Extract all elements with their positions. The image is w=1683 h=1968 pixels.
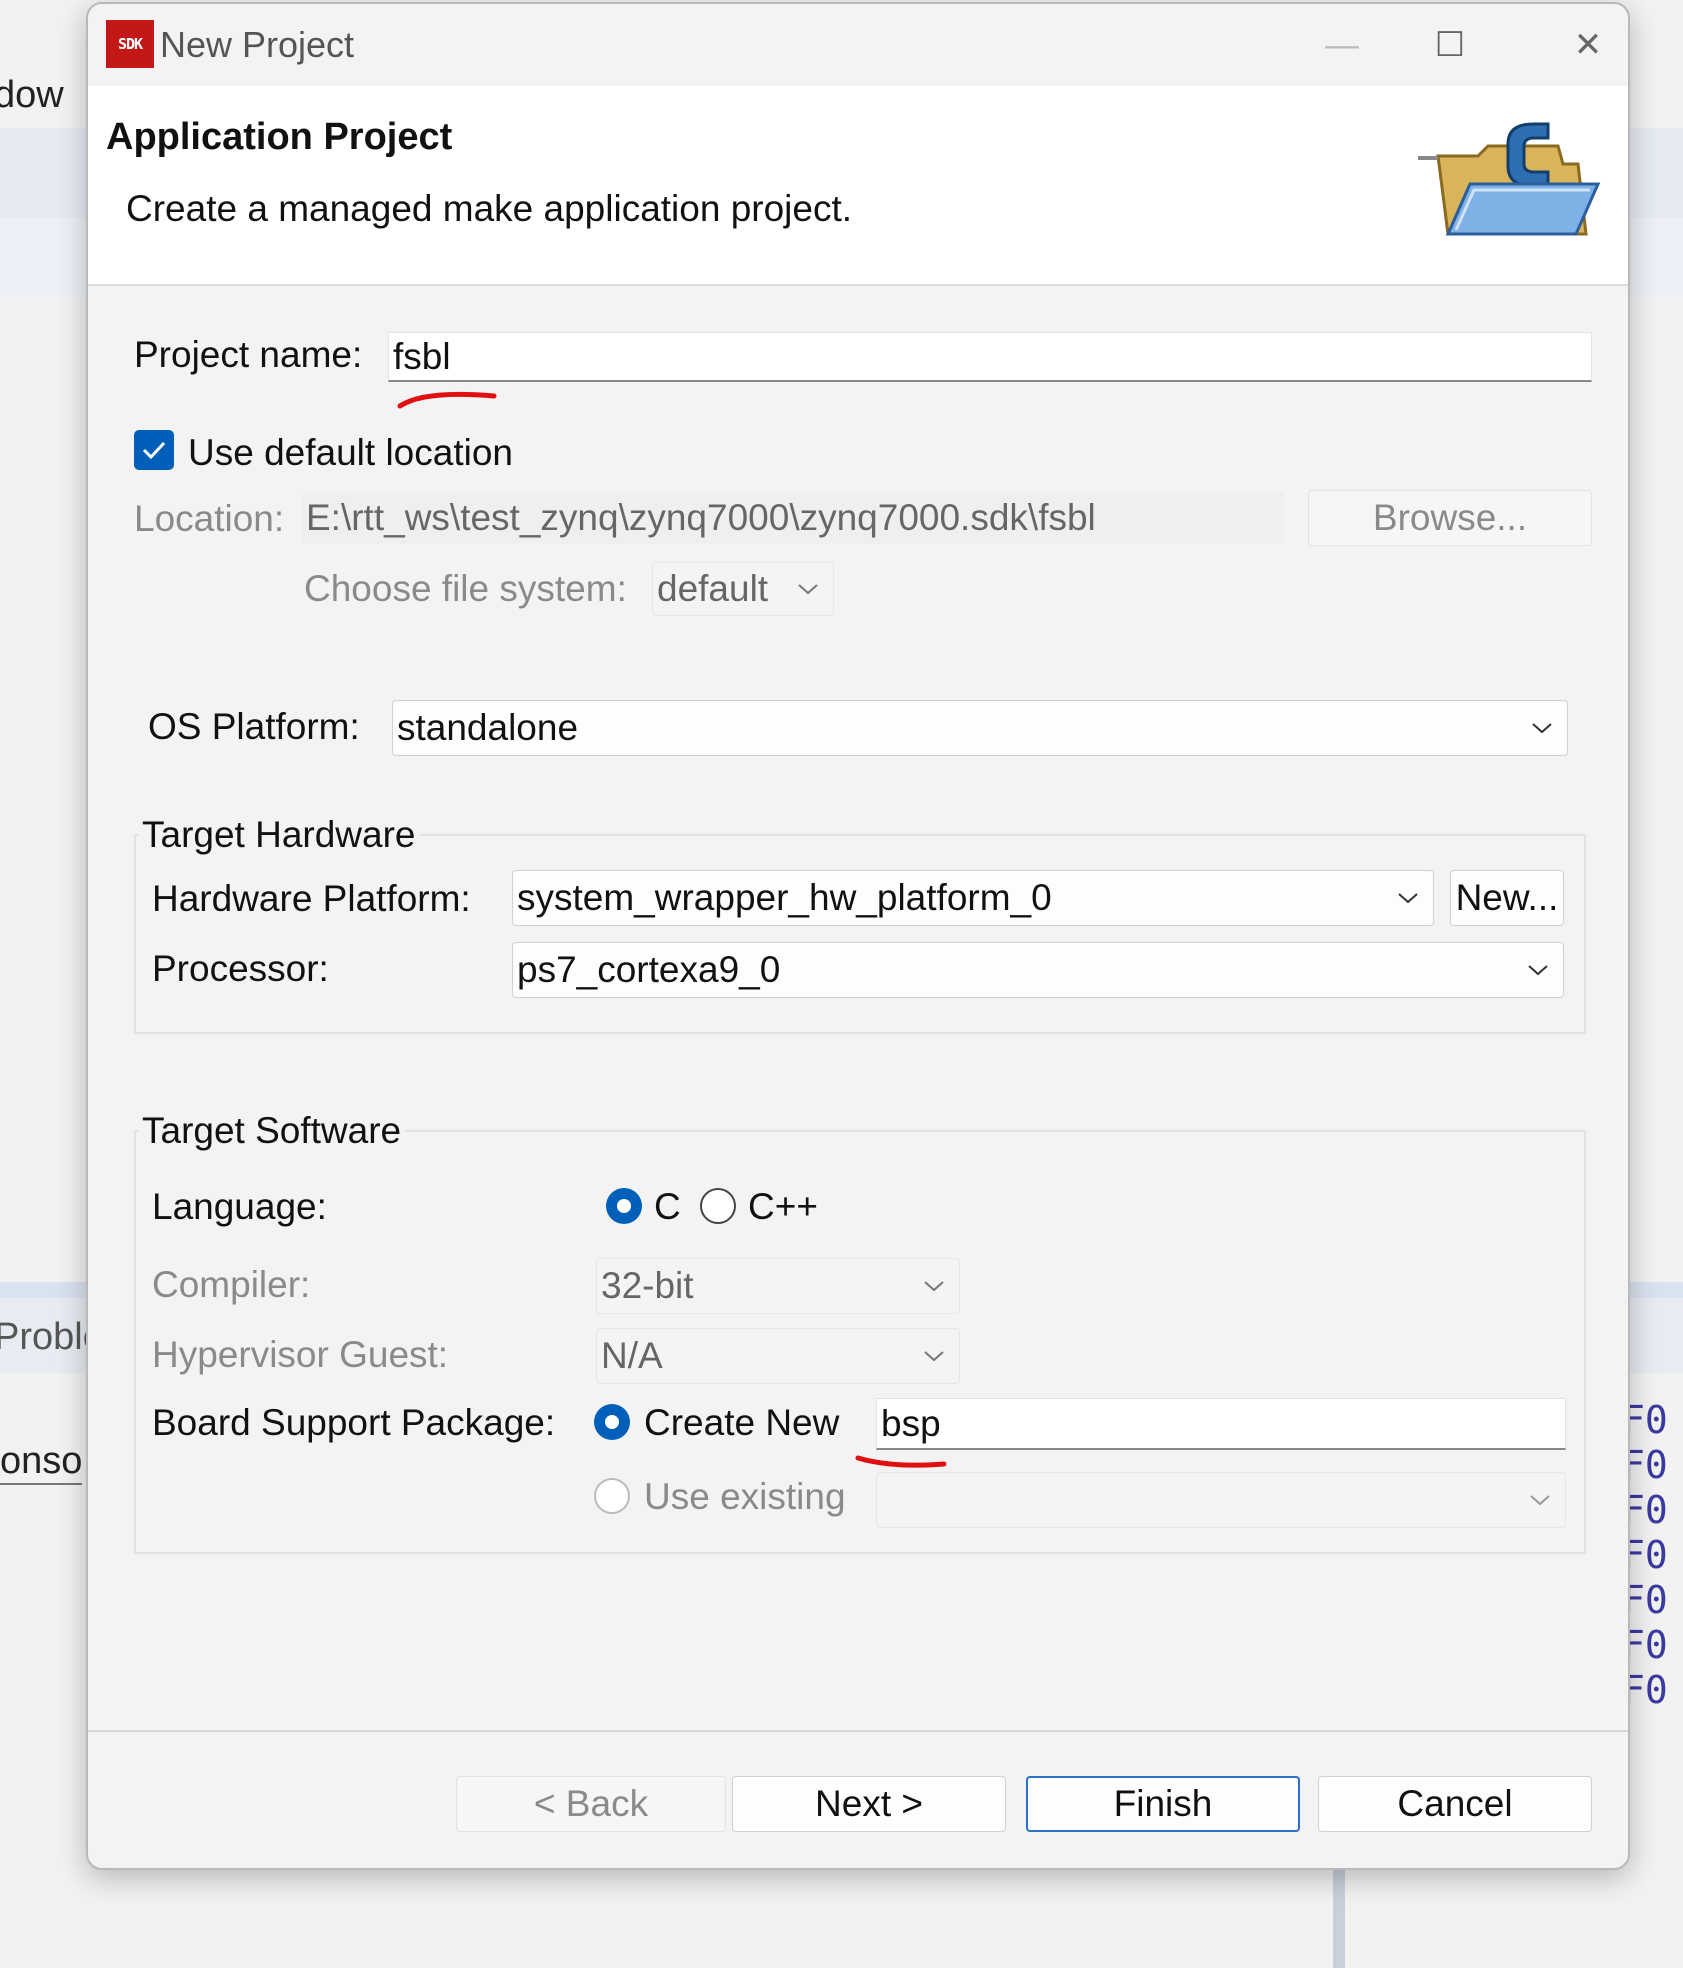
language-c-label: C xyxy=(654,1186,681,1227)
bg-divider xyxy=(1333,1866,1345,1968)
processor-label: Processor: xyxy=(152,948,329,989)
os-platform-value: standalone xyxy=(397,707,579,748)
footer-separator xyxy=(88,1730,1628,1732)
minimize-button[interactable]: — xyxy=(1312,18,1372,72)
chevron-down-icon xyxy=(1528,965,1548,976)
back-button[interactable]: < Back xyxy=(456,1776,726,1832)
location-label: Location: xyxy=(134,498,285,539)
window-title: New Project xyxy=(160,24,355,65)
hypervisor-guest-value: N/A xyxy=(601,1335,663,1376)
language-label: Language: xyxy=(152,1186,327,1227)
red-annotation-mark xyxy=(397,391,497,409)
check-icon xyxy=(142,441,166,460)
hypervisor-guest-label: Hypervisor Guest: xyxy=(152,1334,449,1375)
hardware-platform-value: system_wrapper_hw_platform_0 xyxy=(517,877,1052,918)
sdk-app-icon: SDK xyxy=(106,20,154,68)
chevron-down-icon xyxy=(924,1351,944,1362)
location-input[interactable]: E:\rtt_ws\test_zynq\zynq7000\zynq7000.sd… xyxy=(302,492,1284,544)
bsp-use-existing-label: Use existing xyxy=(644,1476,846,1517)
hardware-platform-label: Hardware Platform: xyxy=(152,878,471,919)
chevron-down-icon xyxy=(1530,1495,1550,1506)
folder-c-icon xyxy=(1418,122,1601,236)
language-cpp-radio[interactable] xyxy=(700,1188,736,1224)
language-cpp-label: C++ xyxy=(748,1186,818,1227)
chevron-down-icon xyxy=(798,584,818,595)
compiler-label: Compiler: xyxy=(152,1264,311,1305)
compiler-value: 32-bit xyxy=(601,1265,694,1306)
bg-console-fragment: onso xyxy=(0,1440,83,1485)
target-hardware-title: Target Hardware xyxy=(138,814,420,856)
bg-menu-fragment: dow xyxy=(0,74,64,116)
chevron-down-icon xyxy=(1532,723,1552,734)
close-button[interactable]: ✕ xyxy=(1558,18,1618,72)
finish-button[interactable]: Finish xyxy=(1026,1776,1300,1832)
file-system-label: Choose file system: xyxy=(304,568,627,609)
os-platform-select[interactable]: standalone xyxy=(392,700,1568,756)
browse-button[interactable]: Browse... xyxy=(1308,490,1592,546)
use-default-location-checkbox[interactable] xyxy=(134,430,174,470)
compiler-select[interactable]: 32-bit xyxy=(596,1258,960,1314)
hardware-platform-select[interactable]: system_wrapper_hw_platform_0 xyxy=(512,870,1434,926)
use-default-location-label: Use default location xyxy=(188,432,513,473)
bsp-create-new-radio[interactable] xyxy=(594,1404,630,1440)
cancel-button[interactable]: Cancel xyxy=(1318,1776,1592,1832)
target-software-title: Target Software xyxy=(138,1110,406,1152)
maximize-button[interactable]: ☐ xyxy=(1420,18,1480,72)
wizard-header: Application Project Create a managed mak… xyxy=(88,86,1628,286)
processor-select[interactable]: ps7_cortexa9_0 xyxy=(512,942,1564,998)
hypervisor-guest-select[interactable]: N/A xyxy=(596,1328,960,1384)
page-description: Create a managed make application projec… xyxy=(126,188,853,229)
chevron-down-icon xyxy=(924,1281,944,1292)
bsp-label: Board Support Package: xyxy=(152,1402,556,1443)
new-project-dialog: SDK New Project — ☐ ✕ Application Projec… xyxy=(86,2,1630,1870)
bsp-create-new-label: Create New xyxy=(644,1402,840,1443)
target-hardware-group xyxy=(134,834,1586,1034)
processor-value: ps7_cortexa9_0 xyxy=(517,949,781,990)
title-bar[interactable]: SDK New Project — ☐ ✕ xyxy=(88,4,1628,86)
project-name-label: Project name: xyxy=(134,334,363,375)
file-system-value: default xyxy=(657,568,769,609)
language-c-radio[interactable] xyxy=(606,1188,642,1224)
bsp-name-input[interactable]: bsp xyxy=(876,1398,1566,1450)
chevron-down-icon xyxy=(1398,893,1418,904)
file-system-select[interactable]: default xyxy=(652,562,834,616)
red-annotation-mark xyxy=(855,1455,947,1468)
page-title: Application Project xyxy=(106,116,453,158)
bsp-existing-select[interactable] xyxy=(876,1472,1566,1528)
next-button[interactable]: Next > xyxy=(732,1776,1006,1832)
os-platform-label: OS Platform: xyxy=(148,706,360,747)
project-name-input[interactable]: fsbl xyxy=(388,332,1592,382)
bsp-use-existing-radio[interactable] xyxy=(594,1478,630,1514)
new-hardware-platform-button[interactable]: New... xyxy=(1450,870,1564,926)
